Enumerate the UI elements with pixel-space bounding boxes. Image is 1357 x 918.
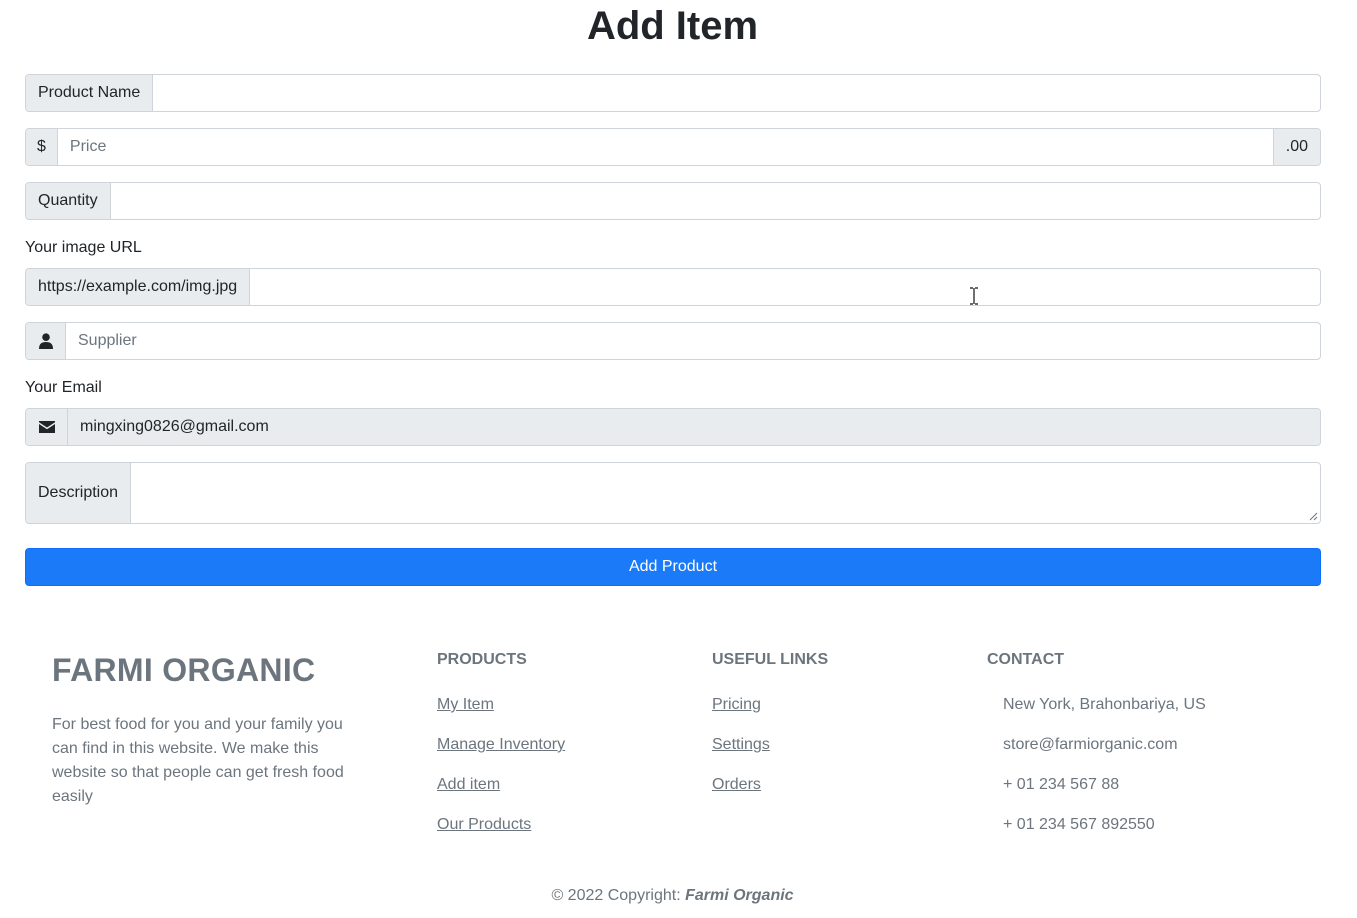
product-name-input[interactable] [153, 75, 1320, 111]
quantity-addon: Quantity [26, 183, 111, 219]
supplier-group [25, 322, 1321, 360]
contact-address: New York, Brahonbariya, US [1003, 696, 1206, 713]
footer-link-pricing[interactable]: Pricing [712, 696, 761, 714]
description-group: Description [25, 462, 1321, 524]
email-field[interactable]: mingxing0826@gmail.com [68, 409, 1320, 445]
resize-grip-icon[interactable] [1309, 512, 1318, 521]
image-url-label: Your image URL [25, 239, 142, 256]
footer-brand: FARMI ORGANIC [52, 652, 316, 688]
footer-link-add-item[interactable]: Add item [437, 776, 500, 794]
envelope-icon [26, 409, 68, 445]
page-title: Add Item [586, 4, 759, 48]
price-group: $ .00 [25, 128, 1321, 166]
product-name-group: Product Name [25, 74, 1321, 112]
supplier-input[interactable] [66, 323, 1320, 359]
footer-link-our-products[interactable]: Our Products [437, 816, 531, 834]
price-prefix-addon: $ [26, 129, 58, 165]
text-cursor-icon [970, 287, 978, 305]
useful-links-heading: USEFUL LINKS [712, 651, 829, 668]
add-product-button[interactable]: Add Product [25, 548, 1321, 586]
quantity-input[interactable] [110, 183, 1320, 219]
footer-about: For best food for you and your family yo… [52, 716, 344, 805]
contact-heading: CONTACT [987, 651, 1065, 668]
contact-phone-alt: + 01 234 567 892550 [1003, 816, 1155, 833]
footer-link-manage-inventory[interactable]: Manage Inventory [437, 736, 565, 754]
footer-link-orders[interactable]: Orders [712, 776, 761, 794]
contact-phone: + 01 234 567 88 [1003, 776, 1120, 793]
description-addon: Description [26, 463, 132, 523]
image-url-group: https://example.com/img.jpg [25, 268, 1321, 306]
email-group: mingxing0826@gmail.com [25, 408, 1321, 446]
quantity-group: Quantity [25, 182, 1321, 220]
copyright-prefix: © 2022 Copyright: [551, 887, 686, 904]
contact-email: store@farmiorganic.com [1003, 736, 1178, 753]
copyright-name: Farmi Organic [685, 887, 794, 904]
copyright: © 2022 Copyright: Farmi Organic [0, 887, 1345, 905]
price-input[interactable] [57, 129, 1273, 165]
footer-link-settings[interactable]: Settings [712, 736, 770, 754]
description-textarea[interactable] [131, 463, 1320, 523]
products-heading: PRODUCTS [437, 651, 527, 668]
product-name-addon: Product Name [26, 75, 154, 111]
user-icon [26, 323, 66, 359]
email-label: Your Email [25, 379, 102, 396]
footer-link-my-item[interactable]: My Item [437, 696, 494, 714]
image-url-input[interactable] [250, 269, 1320, 305]
price-suffix-addon: .00 [1272, 129, 1320, 165]
image-url-addon: https://example.com/img.jpg [26, 269, 251, 305]
